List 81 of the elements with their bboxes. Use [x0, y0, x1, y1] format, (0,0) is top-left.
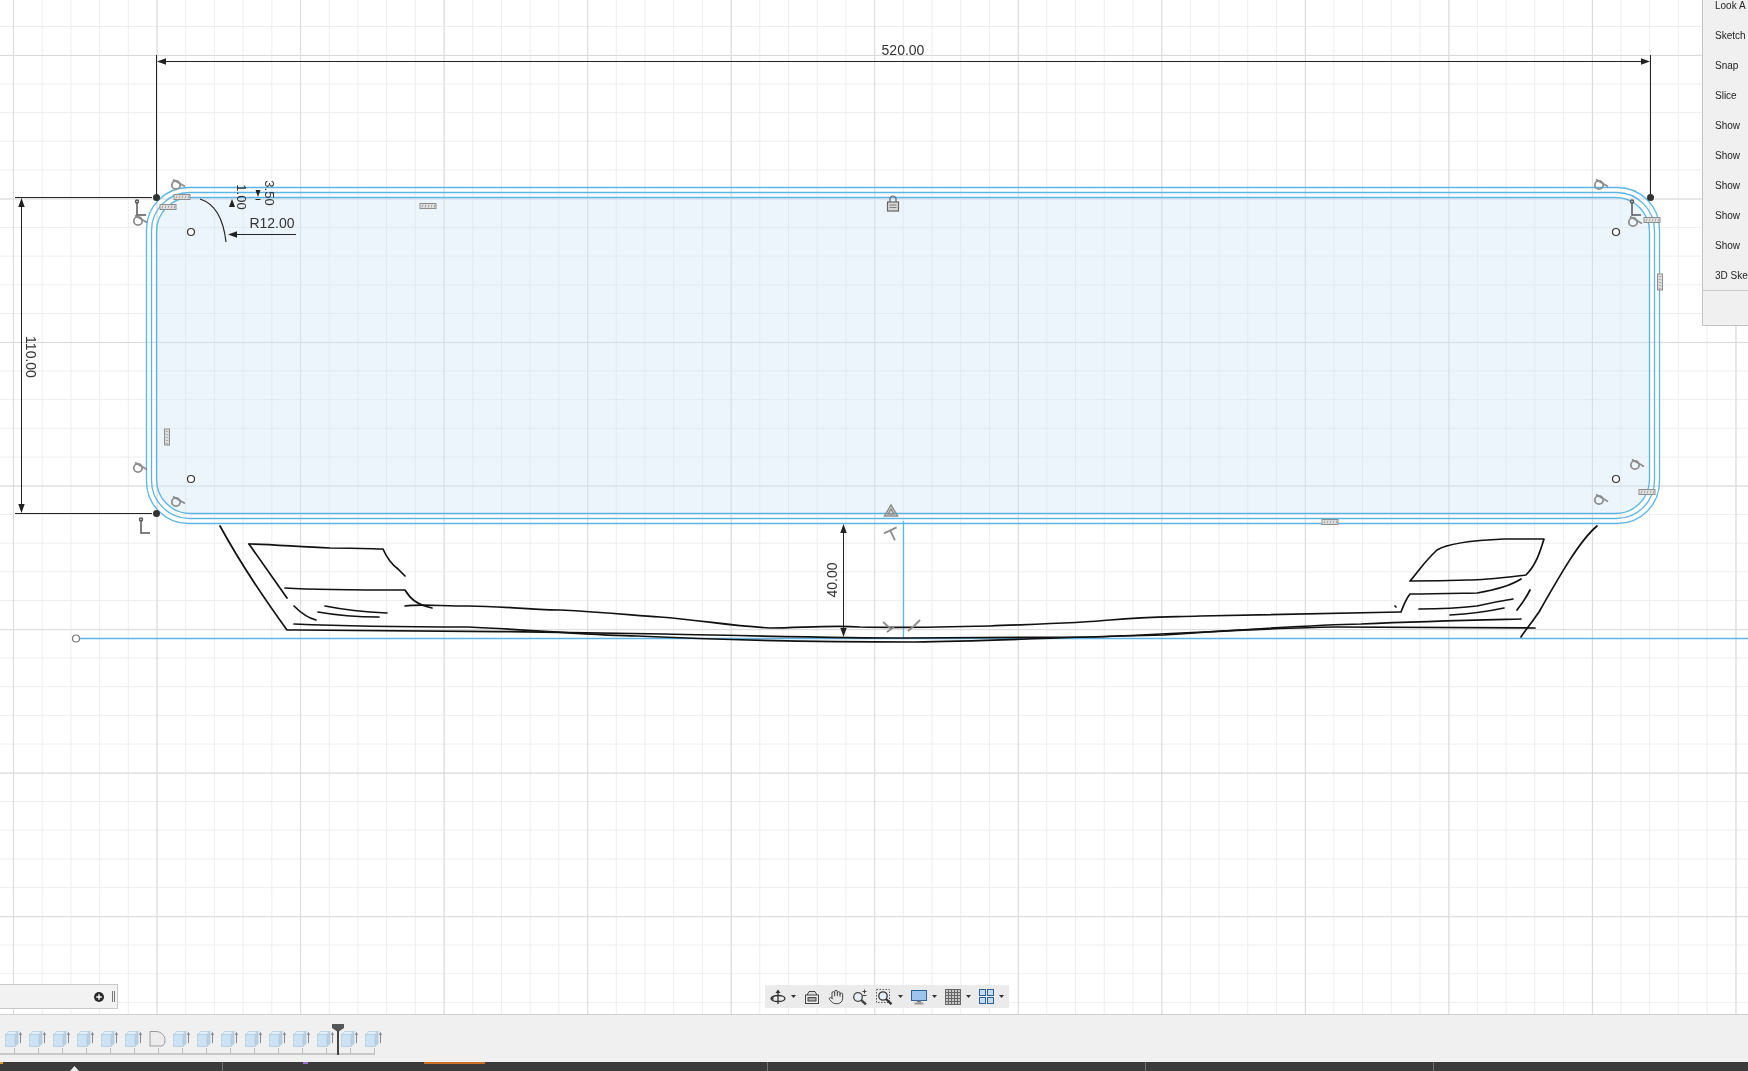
extrude-icon[interactable] [125, 1030, 142, 1047]
zoom-icon [852, 988, 868, 1005]
extrude-icon[interactable] [5, 1030, 22, 1047]
tangent-constraint-icon [132, 461, 148, 474]
extrude-icon[interactable] [77, 1030, 94, 1047]
dimension-value: 520.00 [881, 42, 925, 58]
extrude-icon[interactable] [173, 1030, 190, 1047]
box-icon [804, 988, 820, 1005]
horizontal-constraint-icon [1321, 519, 1339, 525]
center-point [186, 227, 196, 237]
menu-item[interactable]: Show [1703, 140, 1748, 170]
tangent-constraint-icon [132, 214, 148, 227]
sketch-point [1647, 194, 1654, 201]
tangent-constraint-icon [1593, 493, 1609, 506]
horizontal-constraint-icon [159, 204, 177, 210]
menu-item[interactable]: Show [1703, 170, 1748, 200]
grip-icon[interactable] [112, 991, 115, 1002]
hand-icon [828, 988, 844, 1005]
tangent-constraint-icon [170, 178, 186, 191]
vertical-constraint-icon [164, 428, 170, 446]
taskbar-indicator [303, 1062, 308, 1064]
extrude-icon[interactable] [269, 1030, 286, 1047]
dimension-value: 110.00 [23, 336, 39, 378]
menu-item[interactable]: Show [1703, 230, 1748, 260]
taskbar-indicator [424, 1062, 485, 1064]
menu-item[interactable]: Snap [1703, 50, 1748, 80]
sketch-point [153, 194, 160, 201]
dimension-value: R12.00 [249, 215, 295, 231]
dimension-arrow [255, 190, 261, 200]
horizontal-constraint-icon [1643, 217, 1661, 223]
perpendicular-constraint-icon [134, 199, 147, 216]
tangent-constraint-icon [1593, 178, 1609, 191]
plus-circle-icon[interactable] [94, 991, 104, 1002]
tangent-constraint-icon [1627, 215, 1643, 228]
timeline-marker[interactable] [332, 1024, 344, 1055]
four-panes-icon [979, 989, 994, 1004]
monitor-icon [911, 988, 927, 1005]
center-point [1611, 227, 1621, 237]
extrude-icon[interactable] [245, 1030, 262, 1047]
extrude-icon[interactable] [101, 1030, 118, 1047]
line-endpoint [71, 634, 81, 643]
perpendicular-constraint-icon [883, 526, 898, 542]
extrude-icon[interactable] [293, 1030, 310, 1047]
menu-item[interactable]: Slice [1703, 80, 1748, 110]
lock-icon [886, 195, 900, 212]
tangent-constraint-icon [1629, 458, 1645, 471]
tangent-constraint-icon [170, 495, 186, 508]
menu-item[interactable]: Show [1703, 200, 1748, 230]
triangle-icon [70, 1066, 79, 1071]
menu-item[interactable]: 3D Ske [1703, 260, 1748, 290]
coincident-constraint-icon [882, 621, 895, 633]
horizontal-constraint-icon [1638, 489, 1656, 495]
menu-item[interactable]: Show [1703, 110, 1748, 140]
menu-item[interactable]: Look A [1703, 0, 1748, 20]
sketch-point [153, 510, 160, 517]
dimension-value: 1.00 [233, 184, 249, 210]
horizontal-constraint-icon [419, 203, 437, 209]
extrude-icon[interactable] [365, 1030, 382, 1047]
coincident-constraint-icon [907, 619, 921, 632]
menu-item[interactable]: Sketch [1703, 20, 1748, 50]
rounded-shape-icon[interactable] [149, 1030, 166, 1047]
perpendicular-constraint-icon [1629, 199, 1642, 216]
extrude-icon[interactable] [197, 1030, 214, 1047]
extrude-icon[interactable] [221, 1030, 238, 1047]
zoom-window-icon [876, 988, 893, 1005]
dimension-value: 40.00 [824, 562, 840, 598]
dimension-value: 3.50 [261, 180, 277, 206]
center-point [1611, 474, 1621, 484]
perpendicular-constraint-icon [138, 517, 151, 534]
orbit-icon [770, 988, 786, 1005]
dimension-arrow [229, 199, 235, 207]
extrude-icon[interactable] [53, 1030, 70, 1047]
midpoint-constraint-icon [883, 503, 899, 517]
grid-icon [945, 988, 961, 1005]
extrude-icon[interactable] [29, 1030, 46, 1047]
dimension-leader [228, 231, 297, 238]
taskbar-indicator [0, 1062, 3, 1064]
center-point [186, 474, 196, 484]
vertical-constraint-icon [1657, 273, 1663, 291]
dimension-arc [199, 198, 227, 243]
horizontal-constraint-icon [173, 194, 191, 200]
